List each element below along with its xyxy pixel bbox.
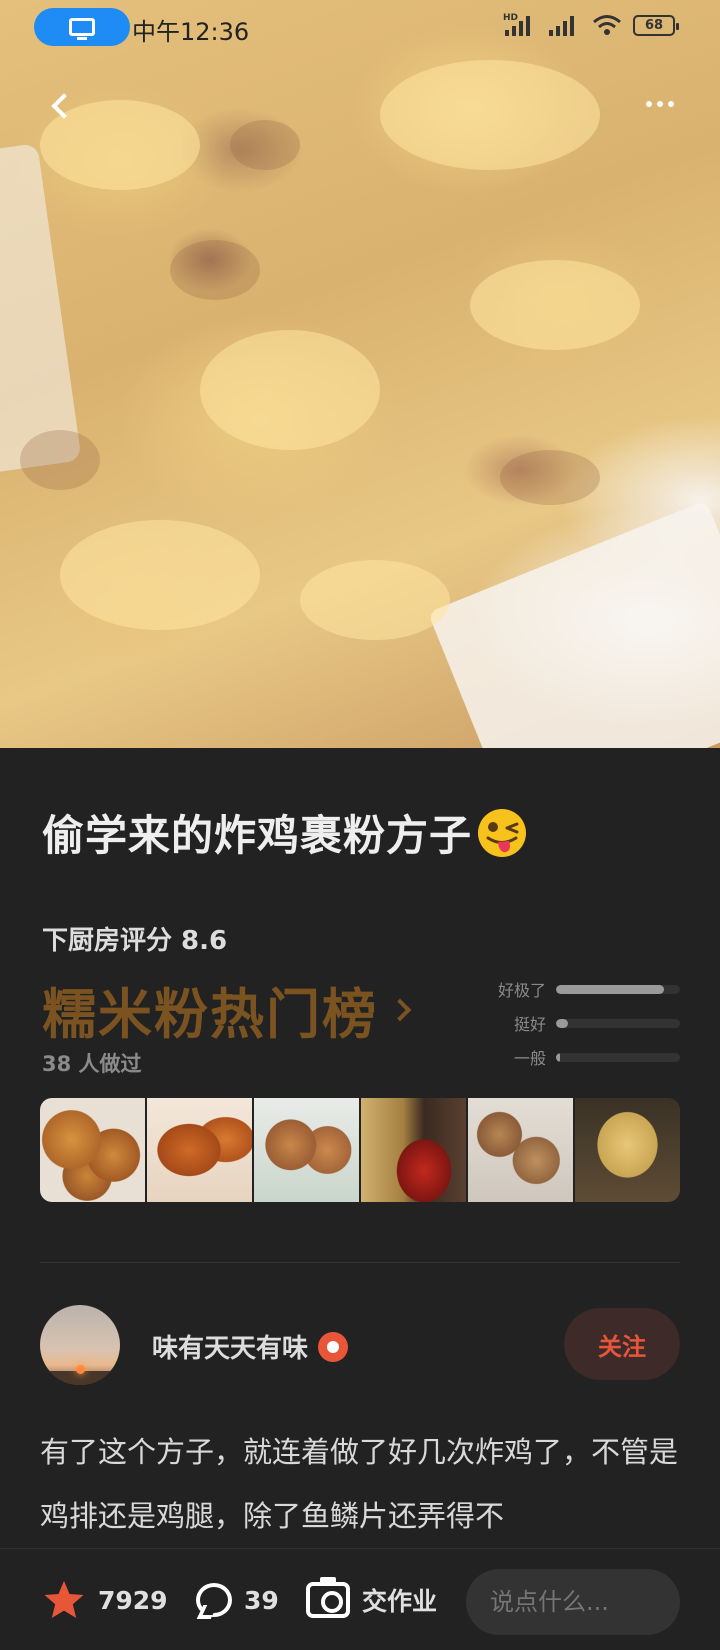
rating-row: 挺好 xyxy=(490,1006,680,1040)
made-count: 38 人做过 xyxy=(42,1052,142,1076)
follow-button[interactable]: 关注 xyxy=(564,1308,680,1380)
rating-distribution: 好极了 挺好 一般 xyxy=(490,972,680,1074)
battery-icon: 68 xyxy=(633,15,679,36)
rating-bar xyxy=(556,1052,680,1062)
hot-rank-label: 糯米粉热门榜 xyxy=(42,983,378,1046)
comment-button[interactable]: 39 xyxy=(196,1577,279,1623)
rating-bar-fill xyxy=(556,1018,569,1028)
camera-icon xyxy=(306,1577,350,1618)
user-dish-gallery xyxy=(40,1098,680,1202)
dish-photo[interactable] xyxy=(468,1098,573,1202)
battery-level: 68 xyxy=(644,18,664,33)
more-dot-icon xyxy=(646,101,652,107)
section-divider xyxy=(40,1262,680,1263)
rating-bar-fill xyxy=(556,984,664,994)
author-avatar[interactable] xyxy=(40,1305,120,1385)
dish-photo[interactable] xyxy=(254,1098,359,1202)
screen-cast-pill[interactable] xyxy=(34,8,130,46)
dish-photo[interactable] xyxy=(40,1098,145,1202)
recipe-title-text: 偷学来的炸鸡裹粉方子 xyxy=(42,811,473,860)
winking-tongue-emoji-icon xyxy=(478,808,527,857)
author-name-row[interactable]: 味有天天有味 xyxy=(152,1328,349,1365)
signal-icon xyxy=(505,14,530,36)
chat-bubble-icon xyxy=(196,1583,232,1617)
status-bar: 中午12:36 HD 68 xyxy=(0,0,720,56)
homework-label: 交作业 xyxy=(362,1587,438,1616)
bottom-action-bar: 7929 39 交作业 xyxy=(0,1548,720,1650)
more-options-button[interactable] xyxy=(636,86,684,122)
rating-row: 好极了 xyxy=(490,972,680,1006)
like-button[interactable]: 7929 xyxy=(42,1577,168,1623)
dish-photo[interactable] xyxy=(575,1098,680,1202)
signal-icon-2 xyxy=(549,14,574,36)
wifi-icon xyxy=(593,15,621,35)
recipe-hero-image xyxy=(0,0,720,748)
recipe-title: 偷学来的炸鸡裹粉方子 xyxy=(42,802,528,863)
comment-input[interactable] xyxy=(466,1569,680,1635)
recipe-page: 中午12:36 HD 68 偷学来的炸鸡裹粉方子 下厨房评分 8.6 糯米粉热门… xyxy=(0,0,720,1650)
monitor-icon xyxy=(69,18,95,40)
chevron-left-icon xyxy=(51,93,77,119)
star-icon xyxy=(44,1581,84,1618)
rating-label: 挺好 xyxy=(513,1015,546,1034)
rating-label: 好极了 xyxy=(497,981,546,1000)
hot-rank-link[interactable]: 糯米粉热门榜 xyxy=(42,970,412,1049)
chef-badge-icon xyxy=(318,1331,349,1362)
submit-homework-button[interactable]: 交作业 xyxy=(306,1577,437,1623)
rating-bar xyxy=(556,984,680,994)
recipe-score: 下厨房评分 8.6 xyxy=(42,926,228,956)
rating-bar xyxy=(556,1018,680,1028)
rating-row: 一般 xyxy=(490,1040,680,1074)
recipe-description: 有了这个方子，就连着做了好几次炸鸡了，不管是鸡排还是鸡腿，除了鱼鳞片还弄得不 xyxy=(40,1435,679,1533)
back-button[interactable] xyxy=(40,86,80,126)
comment-count: 39 xyxy=(244,1585,279,1615)
status-time: 中午12:36 xyxy=(132,18,250,46)
rating-bar-fill xyxy=(556,1052,560,1062)
author-name: 味有天天有味 xyxy=(152,1334,309,1364)
like-count: 7929 xyxy=(98,1585,168,1615)
dish-photo[interactable] xyxy=(147,1098,252,1202)
chevron-right-icon xyxy=(388,998,412,1021)
dish-photo[interactable] xyxy=(361,1098,466,1202)
rating-label: 一般 xyxy=(513,1049,546,1068)
